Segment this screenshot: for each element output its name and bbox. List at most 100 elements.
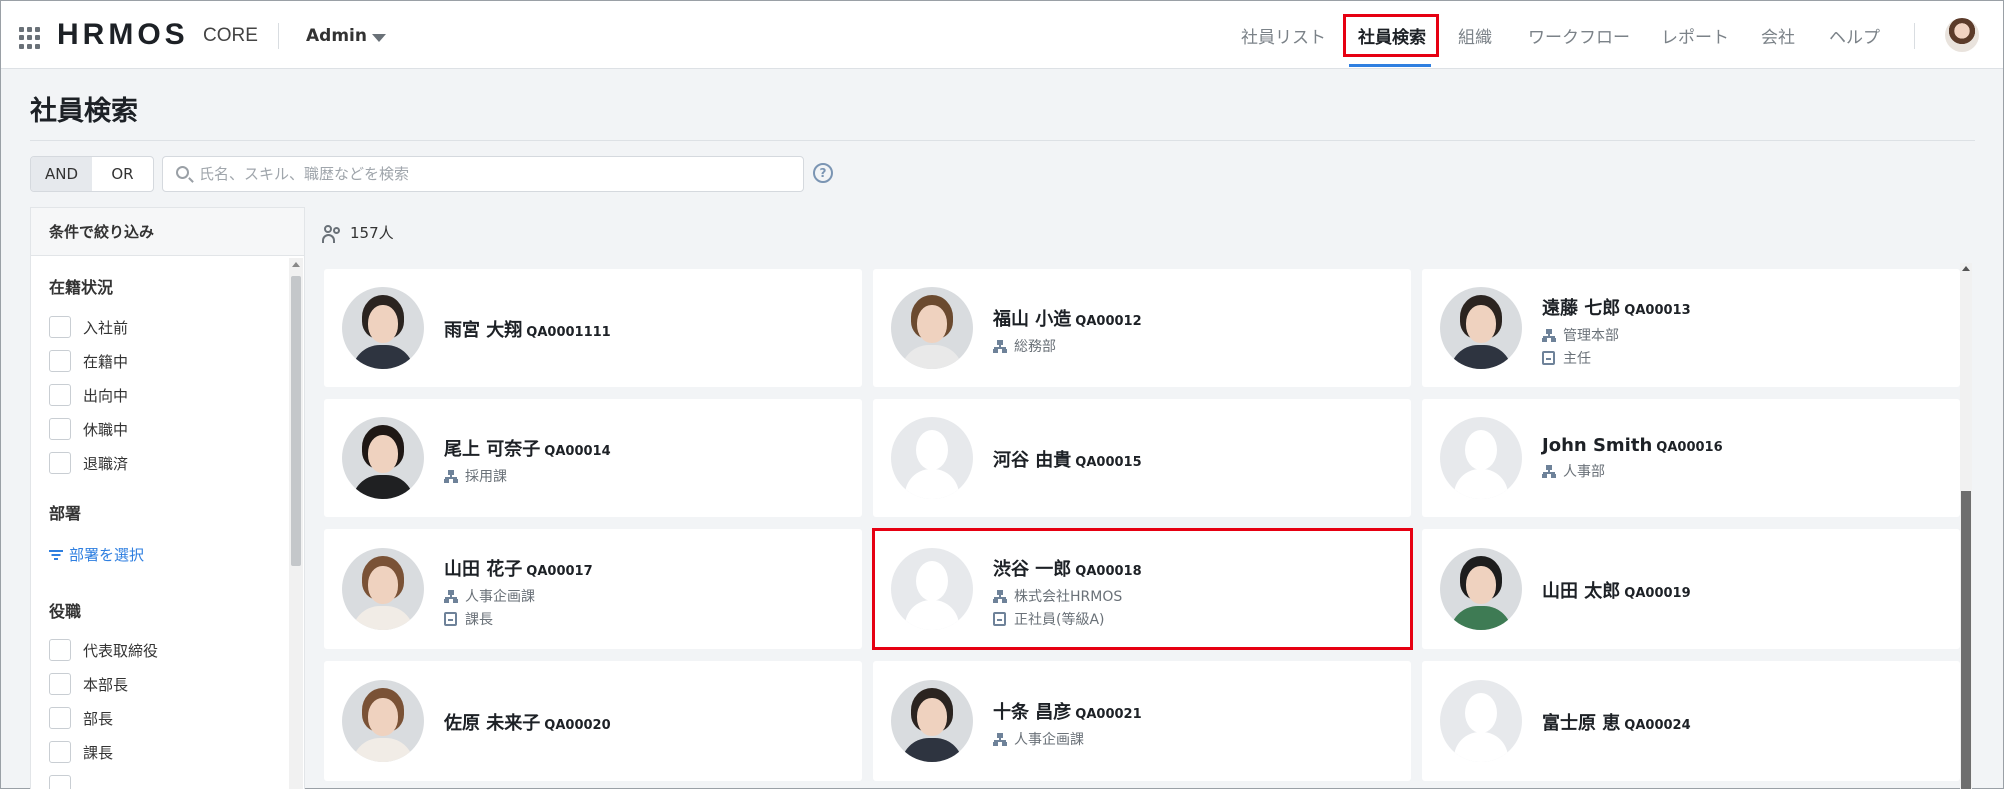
checkbox-label: 本部長 bbox=[83, 675, 129, 694]
employee-card[interactable]: 尾上 可奈子 QA00014 採用課 bbox=[324, 399, 862, 517]
employee-name[interactable]: 雨宮 大翔 bbox=[444, 320, 522, 341]
annotation-highlight-nav bbox=[1343, 14, 1439, 57]
select-department-link[interactable]: 部署を選択 bbox=[49, 544, 144, 565]
results-scrollbar[interactable] bbox=[1960, 263, 1972, 789]
checkbox[interactable] bbox=[49, 418, 71, 440]
checkbox[interactable] bbox=[49, 452, 71, 474]
employee-name[interactable]: 佐原 未来子 bbox=[444, 713, 540, 734]
scroll-up-arrow-icon[interactable] bbox=[1962, 266, 1970, 271]
employee-code: QA00017 bbox=[526, 564, 593, 579]
app-grid-icon[interactable] bbox=[19, 27, 41, 49]
employee-code: QA00024 bbox=[1624, 718, 1691, 733]
department-label: 管理本部 bbox=[1563, 328, 1619, 344]
avatar bbox=[342, 287, 424, 369]
search-box bbox=[162, 156, 804, 192]
nav-company[interactable]: 会社 bbox=[1761, 23, 1795, 48]
status-option-leave[interactable]: 休職中 bbox=[49, 417, 128, 441]
top-header: HRMOS CORE Admin 社員リスト 社員検索 組織 ワークフロー レポ… bbox=[1, 1, 2003, 69]
sidebar-scrollbar[interactable] bbox=[289, 258, 303, 789]
checkbox[interactable] bbox=[49, 350, 71, 372]
employee-department: 人事企画課 bbox=[444, 586, 593, 606]
checkbox[interactable] bbox=[49, 384, 71, 406]
position-section-title: 役職 bbox=[49, 602, 82, 621]
select-department-label: 部署を選択 bbox=[69, 546, 145, 564]
employee-code: QA00013 bbox=[1624, 303, 1691, 318]
user-avatar[interactable] bbox=[1945, 18, 1979, 52]
employee-name[interactable]: 富士原 恵 bbox=[1542, 713, 1620, 734]
employee-card[interactable]: 遠藤 七郎 QA00013 管理本部主任 bbox=[1422, 269, 1960, 387]
employee-name[interactable]: 河谷 由貴 bbox=[993, 450, 1071, 471]
employee-code: QA00019 bbox=[1624, 586, 1691, 601]
nav-organization[interactable]: 組織 bbox=[1458, 23, 1492, 48]
employee-card[interactable]: 十条 昌彦 QA00021 人事企画課 bbox=[873, 661, 1411, 781]
and-button[interactable]: AND bbox=[31, 157, 92, 191]
employee-card[interactable]: 富士原 恵 QA00024 bbox=[1422, 661, 1960, 781]
employee-role: 主任 bbox=[1542, 348, 1691, 368]
logo[interactable]: HRMOS bbox=[57, 18, 189, 52]
avatar bbox=[891, 417, 973, 499]
org-chart-icon bbox=[444, 589, 458, 603]
checkbox-label: 退職済 bbox=[83, 454, 129, 473]
role-label: 主任 bbox=[1563, 351, 1591, 367]
avatar bbox=[342, 548, 424, 630]
checkbox[interactable] bbox=[49, 707, 71, 729]
position-option-ceo[interactable]: 代表取締役 bbox=[49, 638, 158, 662]
employee-name[interactable]: 山田 太郎 bbox=[1542, 581, 1620, 602]
employee-card[interactable]: 河谷 由貴 QA00015 bbox=[873, 399, 1411, 517]
employee-department: 総務部 bbox=[993, 336, 1142, 356]
checkbox[interactable] bbox=[49, 673, 71, 695]
employee-card[interactable]: 山田 花子 QA00017 人事企画課課長 bbox=[324, 529, 862, 649]
employee-card[interactable]: 佐原 未来子 QA00020 bbox=[324, 661, 862, 781]
position-option-partial[interactable] bbox=[49, 774, 71, 789]
employee-card[interactable]: 雨宮 大翔 QA0001111 bbox=[324, 269, 862, 387]
result-count: 157人 bbox=[322, 222, 394, 243]
scroll-up-arrow-icon[interactable] bbox=[292, 262, 300, 267]
employee-card[interactable]: John Smith QA00016 人事部 bbox=[1422, 399, 1960, 517]
avatar bbox=[1440, 548, 1522, 630]
status-option-pre-join[interactable]: 入社前 bbox=[49, 315, 128, 339]
status-option-seconded[interactable]: 出向中 bbox=[49, 383, 128, 407]
employee-card[interactable]: 山田 太郎 QA00019 bbox=[1422, 529, 1960, 649]
employee-name[interactable]: 尾上 可奈子 bbox=[444, 439, 540, 460]
or-button[interactable]: OR bbox=[92, 157, 153, 191]
scrollbar-thumb[interactable] bbox=[291, 276, 301, 566]
scrollbar-thumb[interactable] bbox=[1961, 491, 1971, 789]
nav-workflow[interactable]: ワークフロー bbox=[1528, 23, 1630, 48]
employee-department: 人事部 bbox=[1542, 461, 1723, 481]
employee-name[interactable]: 遠藤 七郎 bbox=[1542, 298, 1620, 319]
status-option-active[interactable]: 在籍中 bbox=[49, 349, 128, 373]
chevron-down-icon[interactable] bbox=[372, 34, 386, 42]
employee-name[interactable]: John Smith bbox=[1542, 435, 1652, 456]
id-badge-icon bbox=[444, 612, 457, 626]
nav-report[interactable]: レポート bbox=[1661, 23, 1729, 48]
employee-department: 管理本部 bbox=[1542, 325, 1691, 345]
status-option-retired[interactable]: 退職済 bbox=[49, 451, 128, 475]
department-label: 人事部 bbox=[1563, 464, 1605, 480]
filter-icon bbox=[49, 549, 63, 561]
help-icon[interactable]: ? bbox=[813, 163, 833, 183]
nav-help[interactable]: ヘルプ bbox=[1829, 23, 1880, 48]
role-selector[interactable]: Admin bbox=[306, 26, 367, 46]
employee-card[interactable]: 福山 小造 QA00012 総務部 bbox=[873, 269, 1411, 387]
search-input[interactable] bbox=[199, 161, 789, 187]
position-option-section-head[interactable]: 課長 bbox=[49, 740, 113, 764]
role-label: 課長 bbox=[465, 612, 493, 628]
checkbox[interactable] bbox=[49, 741, 71, 763]
avatar bbox=[891, 680, 973, 762]
nav-employee-list[interactable]: 社員リスト bbox=[1241, 23, 1326, 48]
annotation-highlight-card bbox=[872, 528, 1413, 650]
checkbox-label: 出向中 bbox=[83, 386, 129, 405]
employee-name[interactable]: 福山 小造 bbox=[993, 309, 1071, 330]
checkbox[interactable] bbox=[49, 775, 71, 789]
people-icon bbox=[322, 224, 342, 243]
employee-name[interactable]: 十条 昌彦 bbox=[993, 702, 1071, 723]
position-option-division-head[interactable]: 本部長 bbox=[49, 672, 128, 696]
department-label: 採用課 bbox=[465, 469, 507, 485]
filter-sidebar: 条件で絞り込み 在籍状況 入社前 在籍中 出向中 休職中 退職済 部署 部署を選… bbox=[30, 207, 305, 789]
filter-header: 条件で絞り込み bbox=[31, 208, 304, 256]
avatar bbox=[342, 680, 424, 762]
checkbox[interactable] bbox=[49, 639, 71, 661]
employee-name[interactable]: 山田 花子 bbox=[444, 559, 522, 580]
position-option-department-head[interactable]: 部長 bbox=[49, 706, 113, 730]
checkbox[interactable] bbox=[49, 316, 71, 338]
